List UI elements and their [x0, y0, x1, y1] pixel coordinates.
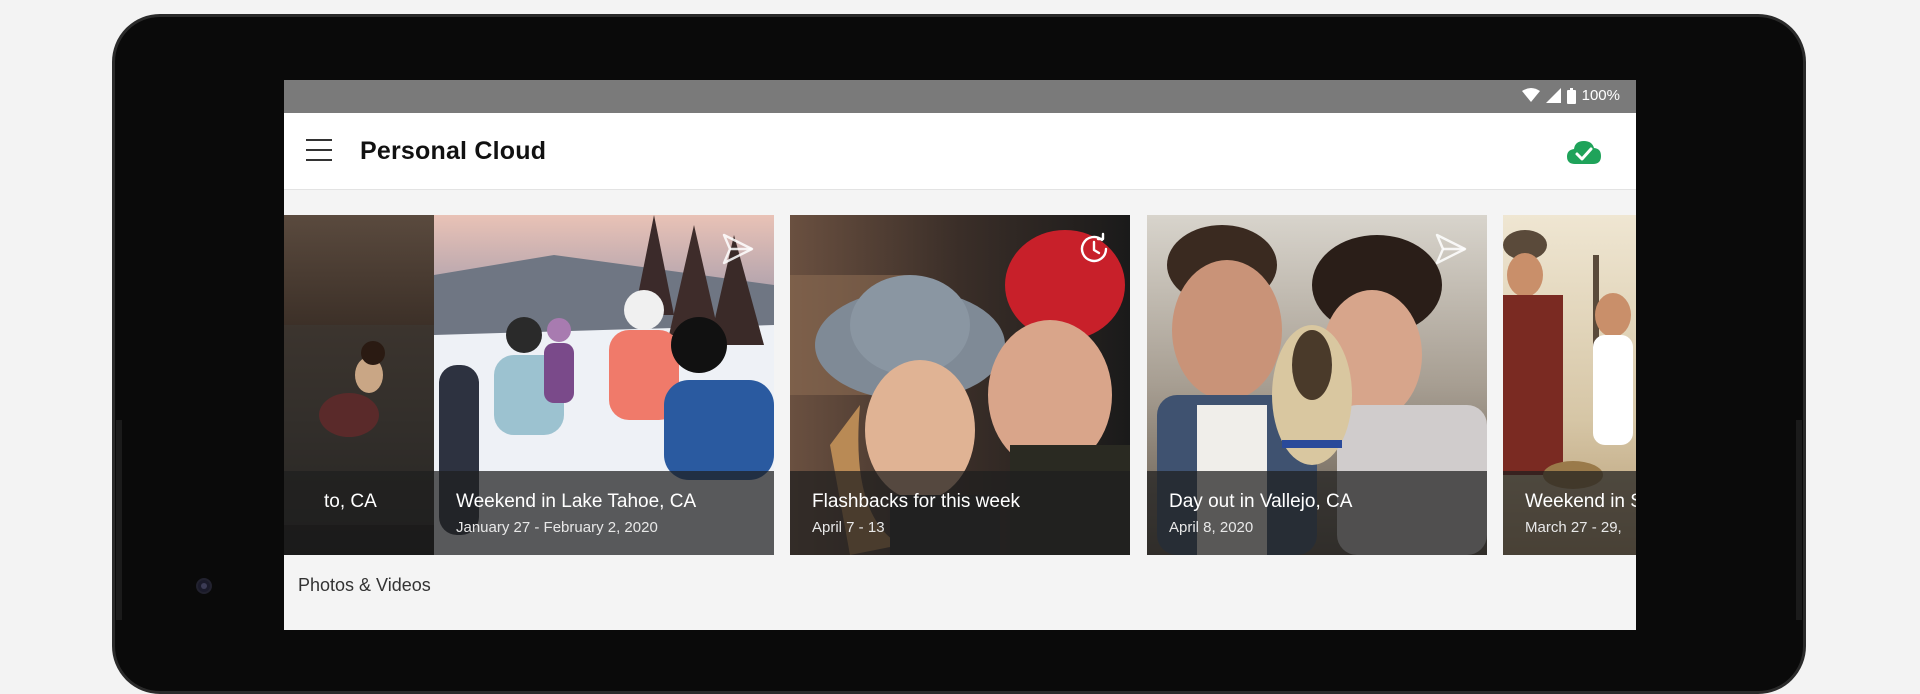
hamburger-menu-icon[interactable] [306, 139, 334, 163]
story-caption-overlay [434, 471, 774, 555]
app-title: Personal Cloud [360, 137, 547, 165]
cloud-sync-icon[interactable] [1566, 139, 1602, 170]
story-card[interactable]: Weekend in S March 27 - 29, [1503, 215, 1636, 555]
wifi-icon [1521, 88, 1540, 102]
story-caption-overlay [790, 471, 1130, 555]
battery-percent: 100% [1581, 87, 1620, 104]
stories-carousel[interactable]: to, CA Weekend in Lake Tahoe, CA January… [284, 190, 1636, 630]
section-title-photos-videos: Photos & Videos [298, 575, 431, 595]
history-clock-icon[interactable] [1076, 231, 1112, 267]
status-bar: 100% [284, 80, 1636, 113]
screen: 100% Personal Cloud to, CA Weekend in La… [284, 80, 1636, 630]
story-date: March 27 - 29, [1525, 519, 1622, 536]
signal-icon [1545, 88, 1561, 103]
app-bar: Personal Cloud [284, 113, 1636, 190]
story-title: Day out in Vallejo, CA [1169, 491, 1353, 512]
story-card[interactable]: Day out in Vallejo, CA April 8, 2020 [1147, 215, 1487, 555]
story-title: Flashbacks for this week [812, 491, 1021, 512]
story-card[interactable]: Weekend in Lake Tahoe, CA January 27 - F… [434, 215, 774, 555]
front-camera [196, 578, 212, 594]
story-caption-overlay [1147, 471, 1487, 555]
send-icon[interactable] [1433, 231, 1469, 267]
tablet-side-edge-right [1796, 420, 1802, 620]
send-icon[interactable] [720, 231, 756, 267]
story-card[interactable]: Flashbacks for this week April 7 - 13 [790, 215, 1130, 555]
battery-icon [1566, 87, 1576, 104]
story-caption-overlay [1503, 471, 1636, 555]
story-date: January 27 - February 2, 2020 [456, 519, 658, 536]
tablet-side-edge-left [116, 420, 122, 620]
story-date: April 8, 2020 [1169, 519, 1254, 536]
story-title: to, CA [324, 491, 377, 512]
story-date: April 7 - 13 [812, 519, 885, 536]
story-title: Weekend in S [1525, 491, 1636, 512]
story-title: Weekend in Lake Tahoe, CA [456, 491, 697, 512]
